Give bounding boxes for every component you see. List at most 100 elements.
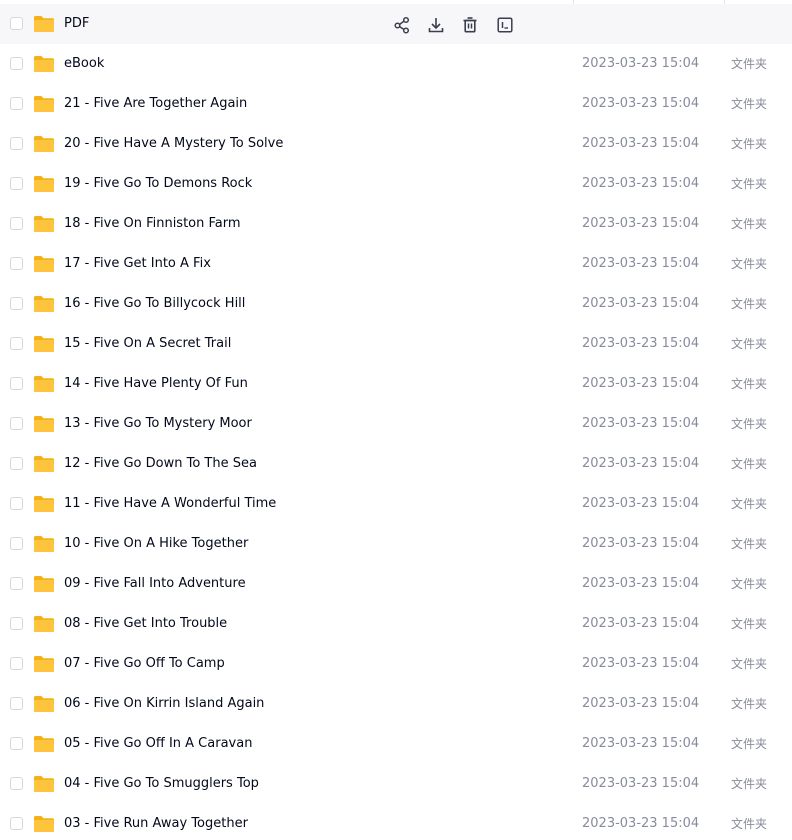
folder-icon bbox=[33, 575, 55, 593]
file-list: PDF eBook 2023-03-23 15:04 文件夹 21 - Five Are… bbox=[0, 0, 792, 840]
file-row[interactable]: 21 - Five Are Together Again 2023-03-23 1… bbox=[0, 84, 792, 124]
file-type: 文件夹 bbox=[731, 377, 768, 391]
file-row[interactable]: 12 - Five Go Down To The Sea 2023-03-23 1… bbox=[0, 444, 792, 484]
row-checkbox[interactable] bbox=[10, 697, 23, 710]
modified-time: 2023-03-23 15:04 bbox=[582, 816, 700, 831]
modified-time: 2023-03-23 15:04 bbox=[582, 456, 700, 471]
file-type: 文件夹 bbox=[731, 577, 768, 591]
row-checkbox[interactable] bbox=[10, 457, 23, 470]
file-row[interactable]: 10 - Five On A Hike Together 2023-03-23 1… bbox=[0, 524, 792, 564]
file-row[interactable]: eBook 2023-03-23 15:04 文件夹 bbox=[0, 44, 792, 84]
file-name[interactable]: 13 - Five Go To Mystery Moor bbox=[64, 404, 252, 444]
row-checkbox[interactable] bbox=[10, 97, 23, 110]
file-name[interactable]: 03 - Five Run Away Together bbox=[64, 804, 248, 840]
file-name[interactable]: 14 - Five Have Plenty Of Fun bbox=[64, 364, 248, 404]
file-type: 文件夹 bbox=[731, 457, 768, 471]
file-row[interactable]: 03 - Five Run Away Together 2023-03-23 15… bbox=[0, 804, 792, 840]
row-checkbox[interactable] bbox=[10, 337, 23, 350]
modified-time: 2023-03-23 15:04 bbox=[582, 136, 700, 151]
file-type: 文件夹 bbox=[731, 777, 768, 791]
modified-time: 2023-03-23 15:04 bbox=[582, 736, 700, 751]
file-name[interactable]: 05 - Five Go Off In A Caravan bbox=[64, 724, 252, 764]
file-row[interactable]: 07 - Five Go Off To Camp 2023-03-23 15:04… bbox=[0, 644, 792, 684]
rename-icon[interactable] bbox=[496, 16, 514, 34]
file-row[interactable]: 04 - Five Go To Smugglers Top 2023-03-23 … bbox=[0, 764, 792, 804]
file-name[interactable]: 04 - Five Go To Smugglers Top bbox=[64, 764, 259, 804]
file-name[interactable]: 15 - Five On A Secret Trail bbox=[64, 324, 231, 364]
file-name[interactable]: PDF bbox=[64, 4, 89, 44]
row-checkbox[interactable] bbox=[10, 537, 23, 550]
folder-icon bbox=[33, 55, 55, 73]
file-name[interactable]: 10 - Five On A Hike Together bbox=[64, 524, 248, 564]
folder-icon bbox=[33, 775, 55, 793]
row-checkbox[interactable] bbox=[10, 177, 23, 190]
row-checkbox[interactable] bbox=[10, 657, 23, 670]
file-type: 文件夹 bbox=[731, 217, 768, 231]
file-row[interactable]: 17 - Five Get Into A Fix 2023-03-23 15:04… bbox=[0, 244, 792, 284]
file-row[interactable]: 06 - Five On Kirrin Island Again 2023-03-… bbox=[0, 684, 792, 724]
file-name[interactable]: 08 - Five Get Into Trouble bbox=[64, 604, 227, 644]
file-row[interactable]: 18 - Five On Finniston Farm 2023-03-23 15… bbox=[0, 204, 792, 244]
file-row[interactable]: 09 - Five Fall Into Adventure 2023-03-23 … bbox=[0, 564, 792, 604]
row-checkbox[interactable] bbox=[10, 257, 23, 270]
file-row[interactable]: 05 - Five Go Off In A Caravan 2023-03-23 … bbox=[0, 724, 792, 764]
file-name[interactable]: eBook bbox=[64, 44, 104, 84]
file-name[interactable]: 20 - Five Have A Mystery To Solve bbox=[64, 124, 283, 164]
file-name[interactable]: 17 - Five Get Into A Fix bbox=[64, 244, 211, 284]
row-checkbox[interactable] bbox=[10, 777, 23, 790]
trash-icon[interactable] bbox=[461, 16, 479, 34]
file-row[interactable]: 15 - Five On A Secret Trail 2023-03-23 15… bbox=[0, 324, 792, 364]
row-checkbox[interactable] bbox=[10, 57, 23, 70]
download-icon[interactable] bbox=[427, 16, 445, 34]
file-row[interactable]: 14 - Five Have Plenty Of Fun 2023-03-23 1… bbox=[0, 364, 792, 404]
row-checkbox[interactable] bbox=[10, 497, 23, 510]
file-type: 文件夹 bbox=[731, 97, 768, 111]
row-checkbox[interactable] bbox=[10, 17, 23, 30]
file-row[interactable]: 11 - Five Have A Wonderful Time 2023-03-2… bbox=[0, 484, 792, 524]
file-row[interactable]: PDF bbox=[0, 4, 792, 44]
row-checkbox[interactable] bbox=[10, 297, 23, 310]
file-name[interactable]: 09 - Five Fall Into Adventure bbox=[64, 564, 246, 604]
file-type: 文件夹 bbox=[731, 297, 768, 311]
file-name[interactable]: 21 - Five Are Together Again bbox=[64, 84, 247, 124]
file-type: 文件夹 bbox=[731, 177, 768, 191]
file-name[interactable]: 12 - Five Go Down To The Sea bbox=[64, 444, 257, 484]
folder-icon bbox=[33, 815, 55, 833]
row-checkbox[interactable] bbox=[10, 377, 23, 390]
file-row[interactable]: 16 - Five Go To Billycock Hill 2023-03-23… bbox=[0, 284, 792, 324]
row-checkbox[interactable] bbox=[10, 417, 23, 430]
file-type: 文件夹 bbox=[731, 617, 768, 631]
folder-icon bbox=[33, 95, 55, 113]
file-name[interactable]: 16 - Five Go To Billycock Hill bbox=[64, 284, 245, 324]
modified-time: 2023-03-23 15:04 bbox=[582, 296, 700, 311]
row-checkbox[interactable] bbox=[10, 617, 23, 630]
row-checkbox[interactable] bbox=[10, 737, 23, 750]
file-row[interactable]: 13 - Five Go To Mystery Moor 2023-03-23 1… bbox=[0, 404, 792, 444]
folder-icon bbox=[33, 455, 55, 473]
file-type: 文件夹 bbox=[731, 497, 768, 511]
file-name[interactable]: 18 - Five On Finniston Farm bbox=[64, 204, 241, 244]
modified-time: 2023-03-23 15:04 bbox=[582, 536, 700, 551]
file-name[interactable]: 06 - Five On Kirrin Island Again bbox=[64, 684, 264, 724]
row-checkbox[interactable] bbox=[10, 217, 23, 230]
file-name[interactable]: 19 - Five Go To Demons Rock bbox=[64, 164, 252, 204]
modified-time: 2023-03-23 15:04 bbox=[582, 256, 700, 271]
modified-time: 2023-03-23 15:04 bbox=[582, 176, 700, 191]
modified-time: 2023-03-23 15:04 bbox=[582, 416, 700, 431]
file-type: 文件夹 bbox=[731, 737, 768, 751]
folder-icon bbox=[33, 375, 55, 393]
file-row[interactable]: 19 - Five Go To Demons Rock 2023-03-23 15… bbox=[0, 164, 792, 204]
folder-icon bbox=[33, 695, 55, 713]
file-name[interactable]: 07 - Five Go Off To Camp bbox=[64, 644, 225, 684]
share-icon[interactable] bbox=[393, 16, 411, 34]
modified-time: 2023-03-23 15:04 bbox=[582, 216, 700, 231]
modified-time: 2023-03-23 15:04 bbox=[582, 496, 700, 511]
row-checkbox[interactable] bbox=[10, 137, 23, 150]
row-checkbox[interactable] bbox=[10, 577, 23, 590]
file-row[interactable]: 20 - Five Have A Mystery To Solve 2023-03… bbox=[0, 124, 792, 164]
modified-time: 2023-03-23 15:04 bbox=[582, 616, 700, 631]
file-row[interactable]: 08 - Five Get Into Trouble 2023-03-23 15:… bbox=[0, 604, 792, 644]
folder-icon bbox=[33, 415, 55, 433]
row-checkbox[interactable] bbox=[10, 817, 23, 830]
file-name[interactable]: 11 - Five Have A Wonderful Time bbox=[64, 484, 276, 524]
